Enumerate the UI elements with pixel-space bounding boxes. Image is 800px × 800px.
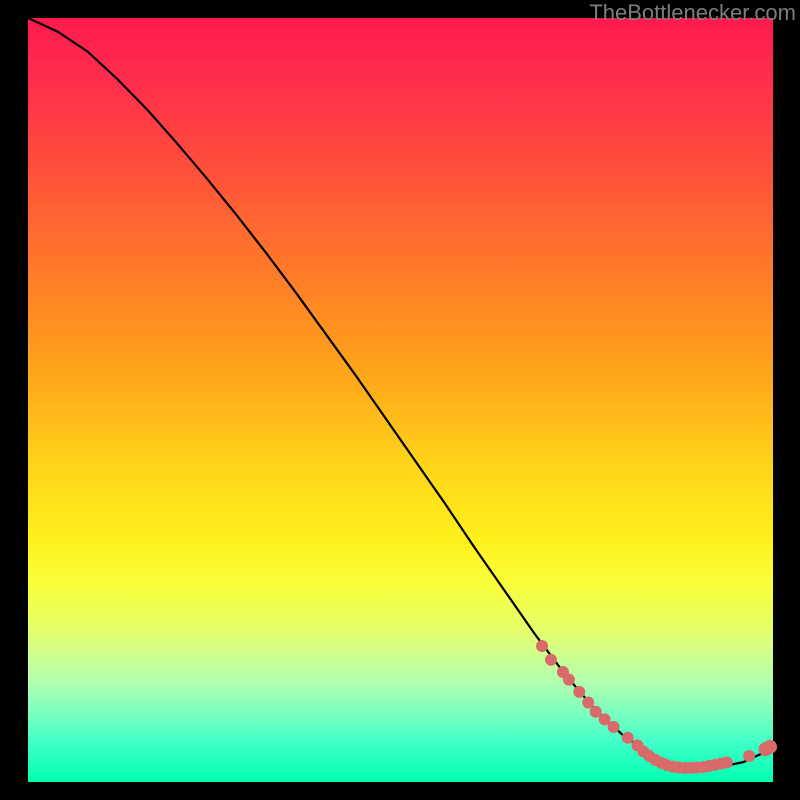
data-point <box>536 640 548 652</box>
plot-area <box>28 18 773 782</box>
data-points <box>536 640 777 774</box>
data-point <box>721 757 733 769</box>
chart-stage: TheBottlenecker.com <box>0 0 800 800</box>
data-point <box>573 686 585 698</box>
bottleneck-curve <box>28 18 773 768</box>
watermark-text: TheBottlenecker.com <box>589 0 796 26</box>
data-point <box>622 732 634 744</box>
data-point <box>608 721 620 733</box>
data-point <box>563 674 575 686</box>
data-point <box>743 750 755 762</box>
chart-svg <box>28 18 773 782</box>
data-point <box>545 654 557 666</box>
data-point <box>763 740 777 754</box>
